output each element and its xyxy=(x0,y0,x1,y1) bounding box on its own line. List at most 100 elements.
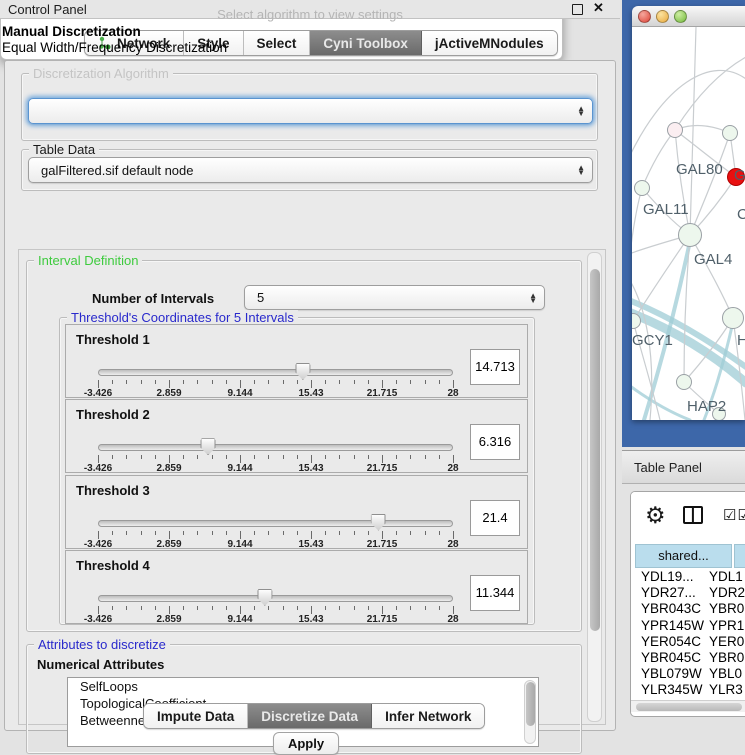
table-row[interactable]: YBL079WYBL0 xyxy=(635,666,745,682)
table-row[interactable]: YDR27...YDR2 xyxy=(635,585,745,601)
threshold-value-field[interactable]: 14.713 xyxy=(470,349,520,385)
threshold-label: Threshold 4 xyxy=(76,558,150,573)
bottom-tab-impute-data[interactable]: Impute Data xyxy=(144,704,248,728)
slider-handle[interactable] xyxy=(257,589,272,606)
threshold-label: Threshold 2 xyxy=(76,407,150,422)
popup-item-1[interactable]: Equal Width/Frequency Discretization xyxy=(2,40,227,55)
table-row[interactable]: YLR345WYLR3 xyxy=(635,682,745,698)
zoom-traffic-light[interactable] xyxy=(674,10,687,23)
cell-shared-name: YBL079W xyxy=(635,666,709,681)
num-intervals-combo[interactable]: 5 ▲▼ xyxy=(244,285,545,310)
thresholds-group-title: Threshold's Coordinates for 5 Intervals xyxy=(67,310,298,325)
node-gal80[interactable] xyxy=(667,122,683,138)
popup-placeholder: Select algorithm to view settings xyxy=(0,7,620,22)
cell-name: YLR3 xyxy=(709,682,743,697)
threshold-box-2: Threshold 2 -3.4262.8599.14415.4321.71528… xyxy=(65,399,528,473)
panel-scrollbar-thumb[interactable] xyxy=(590,269,600,631)
network-window: GAL80GCGAL11GAL4GCY1HHAP2 xyxy=(632,6,745,420)
table-header-name[interactable]: n xyxy=(734,544,745,568)
tab-cyni-toolbox[interactable]: Cyni Toolbox xyxy=(310,31,422,55)
cell-shared-name: YBR043C xyxy=(635,601,709,616)
scroll-viewport: Interval Definition Number of Intervals … xyxy=(18,249,606,725)
algorithm-group: Discretization Algorithm ▲▼ xyxy=(21,73,598,141)
table-panel-bar: Table Panel xyxy=(622,450,745,484)
node-gal4[interactable] xyxy=(678,223,702,247)
slider-tick-labels: -3.4262.8599.14415.4321.71528 xyxy=(98,463,453,475)
table-header-shared[interactable]: shared... xyxy=(635,544,732,568)
node-label-c: C xyxy=(737,206,745,223)
node-label-gal80: GAL80 xyxy=(676,161,723,178)
slider-handle[interactable] xyxy=(201,438,216,455)
attribute-item[interactable]: SelfLoops xyxy=(68,678,538,695)
table-row[interactable]: YBR043CYBR0 xyxy=(635,601,745,617)
numerical-attributes-label: Numerical Attributes xyxy=(37,657,164,672)
num-intervals-label: Number of Intervals xyxy=(92,291,214,306)
cell-shared-name: YPR145W xyxy=(635,618,709,633)
combo-spinner-icon: ▲▼ xyxy=(577,106,585,116)
slider-tick-labels: -3.4262.8599.14415.4321.71528 xyxy=(98,388,453,400)
tab-select[interactable]: Select xyxy=(244,31,311,55)
table-row[interactable]: YDL19...YDL1 xyxy=(635,569,745,585)
control-panel-body: Discretization Algorithm ▲▼ Table Data g… xyxy=(4,60,616,731)
interval-definition-group: Interval Definition Number of Intervals … xyxy=(26,260,582,632)
panel-scrollbar[interactable] xyxy=(587,252,602,722)
threshold-value-field[interactable]: 21.4 xyxy=(470,500,520,536)
num-intervals-value: 5 xyxy=(257,290,264,305)
cell-shared-name: YLR345W xyxy=(635,682,709,697)
threshold-box-4: Threshold 4-3.4262.8599.14415.4321.71528… xyxy=(65,550,528,624)
table-toolbar: ⚙ ☑☑ xyxy=(631,492,745,540)
slider-track[interactable] xyxy=(98,520,453,527)
close-traffic-light[interactable] xyxy=(638,10,651,23)
slider-track[interactable] xyxy=(98,369,453,376)
algorithm-combo[interactable]: ▲▼ xyxy=(28,98,593,124)
apply-button[interactable]: Apply xyxy=(273,732,339,755)
algorithm-group-title: Discretization Algorithm xyxy=(29,66,173,81)
table-row[interactable]: YPR145WYPR1 xyxy=(635,618,745,634)
node-hap2[interactable] xyxy=(676,374,692,390)
list-scrollbar[interactable] xyxy=(524,680,536,744)
cell-name: YBR0 xyxy=(709,650,744,665)
slider-track[interactable] xyxy=(98,444,453,451)
control-panel: Control Panel ✕ NetworkStyleSelectCyni T… xyxy=(0,0,620,745)
tab-label: Discretize Data xyxy=(261,709,358,724)
cell-name: YDR2 xyxy=(709,585,745,600)
bottom-tab-infer-network[interactable]: Infer Network xyxy=(372,704,484,728)
network-window-titlebar xyxy=(632,6,745,27)
table-row[interactable]: YBR045CYBR0 xyxy=(635,650,745,666)
table-data-combo[interactable]: galFiltered.sif default node ▲▼ xyxy=(28,157,593,183)
columns-icon[interactable] xyxy=(683,506,703,524)
node-label-gcy1: GCY1 xyxy=(632,332,673,349)
node-label-g: G xyxy=(734,167,745,184)
bottom-tab-discretize-data[interactable]: Discretize Data xyxy=(248,704,372,728)
slider-handle[interactable] xyxy=(295,363,310,380)
minimize-traffic-light[interactable] xyxy=(656,10,669,23)
thresholds-group: Threshold's Coordinates for 5 Intervals … xyxy=(59,317,535,625)
tab-jactivemnodules[interactable]: jActiveMNodules xyxy=(422,31,557,55)
cell-name: YBR0 xyxy=(709,601,744,616)
threshold-value-field[interactable]: 11.344 xyxy=(470,575,520,611)
tab-label: Cyni Toolbox xyxy=(323,36,408,51)
cell-name: YDL1 xyxy=(709,569,743,584)
table-data-combo-value: galFiltered.sif default node xyxy=(41,163,193,178)
slider-handle[interactable] xyxy=(371,514,386,531)
table-hscrollbar[interactable] xyxy=(631,700,745,712)
cell-shared-name: YBR045C xyxy=(635,650,709,665)
checkboxes-icon[interactable]: ☑☑ xyxy=(723,506,745,524)
cell-name: YER0 xyxy=(709,634,744,649)
slider-track[interactable] xyxy=(98,595,453,602)
node-h[interactable] xyxy=(722,307,744,329)
gear-icon[interactable]: ⚙ xyxy=(645,502,666,529)
popup-item-0[interactable]: Manual Discretization xyxy=(2,24,141,39)
table-data-group-title: Table Data xyxy=(29,142,99,157)
node-gal11[interactable] xyxy=(634,180,650,196)
cell-shared-name: YDL19... xyxy=(635,569,709,584)
network-canvas[interactable]: GAL80GCGAL11GAL4GCY1HHAP2 xyxy=(632,27,745,420)
node-g[interactable] xyxy=(722,125,738,141)
combo-spinner-icon: ▲▼ xyxy=(529,293,537,303)
combo-spinner-icon: ▲▼ xyxy=(577,165,585,175)
table-row[interactable]: YER054CYER0 xyxy=(635,634,745,650)
bottom-tab-strip: Impute Data Discretize Data Infer Network xyxy=(143,703,485,729)
list-scrollbar-thumb[interactable] xyxy=(526,682,535,726)
threshold-value-field[interactable]: 6.316 xyxy=(470,424,520,460)
table-hscrollbar-thumb[interactable] xyxy=(636,703,742,711)
